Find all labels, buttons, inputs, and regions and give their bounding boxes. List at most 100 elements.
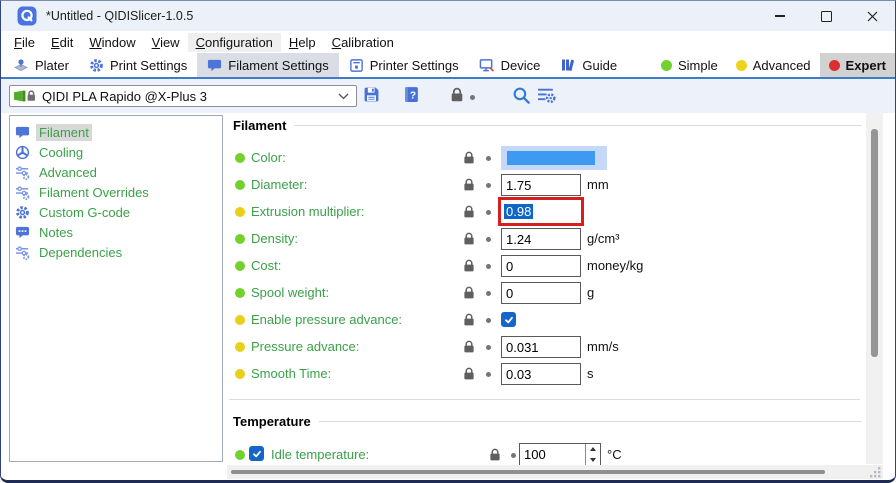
spool-weight-input[interactable] [501,282,581,304]
menu-edit[interactable]: Edit [43,33,81,52]
section-divider [229,399,860,400]
sidebar-item-filament-overrides[interactable]: Filament Overrides [10,182,222,202]
tab-guide[interactable]: Guide [550,53,627,77]
tab-label: Filament Settings [228,58,328,73]
close-button[interactable] [849,1,895,31]
revert-dot-icon [511,453,516,458]
save-preset-button[interactable] [363,86,380,103]
idle-temperature-value: 100 [520,444,585,465]
gear-icon [15,205,30,220]
maximize-button[interactable] [803,1,849,31]
tab-filament-settings[interactable]: Filament Settings [197,53,338,77]
sidebar-item-cooling[interactable]: Cooling [10,142,222,162]
vertical-scrollbar[interactable] [866,113,883,464]
smooth-time-input[interactable] [501,363,581,385]
menu-calibration[interactable]: Calibration [324,33,402,52]
close-icon [867,11,878,22]
color-swatch-inner [507,151,595,165]
lock-icon[interactable] [463,151,475,164]
setting-row-spool-weight: Spool weight: g [229,281,866,305]
section-header-filament: Filament [233,116,862,134]
idle-temperature-checkbox[interactable] [249,446,264,461]
spinner-down-button[interactable] [586,455,600,466]
tab-label: Device [501,58,541,73]
pressure-advance-input[interactable] [501,336,581,358]
lock-icon[interactable] [463,313,475,326]
tab-bar: Plater Print Settings Filament Settings … [1,53,895,77]
tab-print-settings[interactable]: Print Settings [79,53,197,77]
value-state-dot-icon [235,261,245,271]
save-icon [363,86,380,103]
setting-label: Cost: [251,258,281,273]
preset-combobox[interactable]: QIDI PLA Rapido @X-Plus 3 [9,85,357,107]
vertical-scrollbar-thumb[interactable] [871,129,878,357]
revert-dot-icon [470,95,475,100]
setting-row-smooth-time: Smooth Time: s [229,362,866,386]
revert-dot-icon [486,183,491,188]
spinner-up-button[interactable] [586,444,600,455]
tab-device[interactable]: Device [469,53,551,77]
horizontal-scrollbar-thumb[interactable] [231,470,825,474]
value-state-dot-icon [235,234,245,244]
value-state-dot-icon [235,450,245,460]
lock-icon[interactable] [463,178,475,191]
enable-pressure-advance-checkbox[interactable] [501,312,516,327]
menu-file[interactable]: File [6,33,43,52]
minimize-button[interactable] [757,1,803,31]
color-swatch-button[interactable] [501,146,607,170]
mode-advanced[interactable]: Advanced [727,53,820,77]
mode-label: Simple [678,58,718,73]
density-input[interactable] [501,228,581,250]
device-icon [479,58,495,73]
gear-icon [89,58,104,73]
settings-sidebar: Filament Cooling Advanced Filament Overr… [9,115,223,462]
sidebar-item-custom-gcode[interactable]: Custom G-code [10,202,222,222]
preset-toolbar: QIDI PLA Rapido @X-Plus 3 ? [1,79,895,113]
lock-icon[interactable] [489,448,501,461]
menu-configuration[interactable]: Configuration [188,33,281,52]
resize-grip[interactable] [869,466,882,479]
sidebar-item-dependencies[interactable]: Dependencies [10,242,222,262]
setting-row-diameter: Diameter: mm [229,173,866,197]
cost-input[interactable] [501,255,581,277]
setting-row-idle-temperature: Idle temperature: 100 °C [229,443,866,467]
settings-content: Filament Cooling Advanced Filament Overr… [1,113,895,480]
section-title: Filament [233,118,286,133]
lock-all-button[interactable] [450,87,464,102]
diameter-input[interactable] [501,174,581,196]
revert-dot-icon [486,345,491,350]
extrusion-multiplier-input[interactable]: 0.98 [498,197,584,226]
lock-icon[interactable] [463,259,475,272]
search-button[interactable] [512,86,531,105]
section-header-temperature: Temperature [233,412,862,430]
mode-simple[interactable]: Simple [652,53,727,77]
lock-icon[interactable] [463,367,475,380]
lock-icon[interactable] [463,340,475,353]
idle-temperature-spinner[interactable]: 100 [519,443,601,466]
horizontal-scrollbar[interactable] [227,465,883,479]
compare-presets-button[interactable] [537,86,556,104]
setting-label: Spool weight: [251,285,329,300]
lock-icon[interactable] [463,205,475,218]
menu-help[interactable]: Help [281,33,324,52]
tab-plater[interactable]: Plater [3,53,79,77]
sidebar-item-advanced[interactable]: Advanced [10,162,222,182]
setting-row-density: Density: g/cm³ [229,227,866,251]
menu-view[interactable]: View [144,33,188,52]
svg-text:?: ? [410,90,416,101]
sidebar-item-filament[interactable]: Filament [10,122,222,142]
lock-icon[interactable] [463,286,475,299]
tab-label: Plater [35,58,69,73]
compare-presets-icon [537,86,556,104]
setting-label: Pressure advance: [251,339,359,354]
sidebar-item-notes[interactable]: Notes [10,222,222,242]
revert-dot-icon [486,318,491,323]
section-rule [319,421,862,422]
notes-icon [15,225,30,240]
help-button[interactable]: ? [404,86,419,103]
mode-expert[interactable]: Expert [820,53,895,77]
menu-window[interactable]: Window [81,33,143,52]
tab-printer-settings[interactable]: Printer Settings [339,53,469,77]
filament-icon [15,125,30,140]
lock-icon[interactable] [463,232,475,245]
